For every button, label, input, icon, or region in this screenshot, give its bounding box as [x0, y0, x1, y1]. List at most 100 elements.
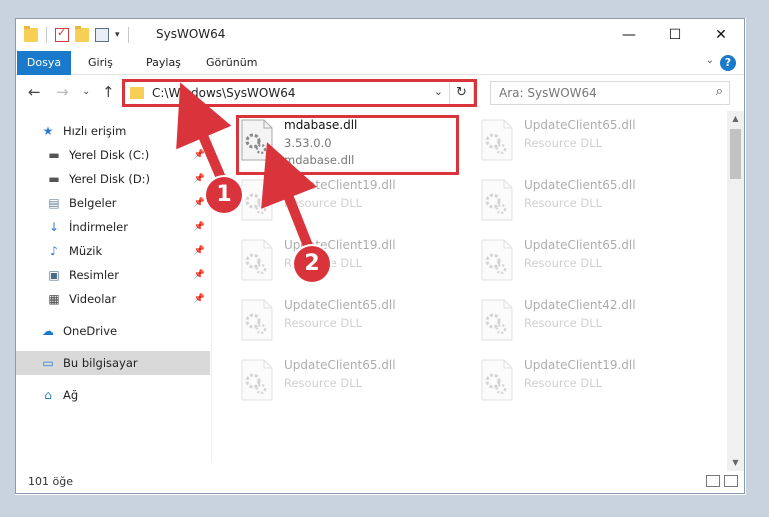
toolbar-divider [46, 27, 47, 43]
forward-button[interactable]: → [56, 83, 69, 101]
status-bar: 101 öğe [16, 471, 744, 493]
file-description: Resource DLL [284, 196, 363, 210]
pin-icon[interactable]: 📌 [194, 198, 205, 208]
desktop-backdrop-left [0, 0, 15, 517]
dll-file-icon [240, 179, 274, 221]
sidebar-item[interactable]: ↓ İndirmeler 📌 [16, 215, 210, 239]
sidebar-item-label: Resimler [69, 268, 119, 282]
help-icon[interactable]: ? [720, 55, 736, 71]
sidebar-item-label: İndirmeler [69, 220, 128, 234]
toolbar-divider [127, 27, 129, 43]
sidebar-item[interactable]: ▬ Yerel Disk (C:) 📌 [16, 143, 210, 167]
customize-icon[interactable] [95, 28, 109, 42]
search-box[interactable]: Ara: SysWOW64 ⌕ [490, 81, 730, 105]
onedrive-icon: ☁ [42, 324, 54, 338]
file-name: UpdateClient42.dll [524, 298, 636, 312]
sidebar-item[interactable]: ♪ Müzik 📌 [16, 239, 210, 263]
sidebar-item[interactable]: ★ Hızlı erişim [16, 119, 210, 143]
sidebar-item[interactable]: ⌂ Ağ [16, 383, 210, 407]
sidebar-item-label: Bu bilgisayar [63, 356, 138, 370]
scroll-down-icon[interactable]: ▼ [727, 455, 744, 471]
star-icon: ★ [42, 124, 54, 138]
file-description: Resource DLL [524, 196, 603, 210]
details-view-icon[interactable] [706, 475, 720, 487]
sidebar-item[interactable]: ▤ Belgeler 📌 [16, 191, 210, 215]
file-item[interactable]: UpdateClient65.dll Resource DLL [476, 235, 696, 291]
file-item[interactable]: UpdateClient65.dll Resource DLL [236, 355, 456, 411]
vertical-scrollbar[interactable]: ▲ ▼ [727, 111, 744, 471]
explorer-window: ▾ SysWOW64 — ☐ ✕ Dosya Giriş Paylaş Görü… [15, 18, 745, 494]
sidebar-item-label: Ağ [63, 388, 79, 402]
videos-icon: ▦ [48, 292, 60, 306]
file-item[interactable]: UpdateClient42.dll Resource DLL [476, 295, 696, 351]
pin-icon[interactable]: 📌 [194, 150, 205, 160]
back-button[interactable]: ← [28, 83, 41, 101]
file-item[interactable]: UpdateClient65.dll Resource DLL [476, 115, 696, 171]
file-item[interactable]: UpdateClient19.dllResource DLL [476, 355, 696, 411]
folder-icon [24, 26, 38, 42]
tab-home[interactable]: Giriş [76, 51, 125, 75]
tab-file[interactable]: Dosya [17, 51, 71, 75]
sidebar-item[interactable]: ▣ Resimler 📌 [16, 263, 210, 287]
qat-dropdown-icon[interactable]: ▾ [115, 30, 120, 40]
pin-icon[interactable]: 📌 [194, 294, 205, 304]
pin-icon[interactable]: 📌 [194, 222, 205, 232]
file-description: Resource DLL [284, 316, 363, 330]
tab-view[interactable]: Görünüm [194, 51, 269, 75]
quick-access-toolbar: ▾ [24, 26, 131, 43]
file-name: UpdateClient65.dll [524, 178, 636, 192]
file-item[interactable]: UpdateClient65.dll Resource DLL [476, 175, 696, 231]
recent-locations-button[interactable]: ⌄ [82, 86, 90, 97]
file-item[interactable]: UpdateClient19.dll Resource DLL [236, 175, 456, 231]
sidebar-item-label: Yerel Disk (C:) [69, 148, 150, 162]
file-description: Resource DLL [284, 376, 363, 390]
expand-ribbon-icon[interactable]: ⌄ [706, 55, 714, 66]
tab-share[interactable]: Paylaş [134, 51, 193, 75]
pin-icon[interactable]: 📌 [194, 246, 205, 256]
large-icons-view-icon[interactable] [724, 475, 738, 487]
dll-file-icon [240, 239, 274, 281]
sidebar-item-label: Müzik [69, 244, 103, 258]
sidebar-item-label: Videolar [69, 292, 117, 306]
file-description: Resource DLL [524, 316, 603, 330]
sidebar-item[interactable]: ▦ Videolar 📌 [16, 287, 210, 311]
sidebar-item[interactable]: ☁ OneDrive [16, 319, 210, 343]
desktop-backdrop-right [746, 0, 769, 517]
dll-file-icon [480, 359, 514, 401]
up-button[interactable]: ↑ [102, 83, 115, 101]
dll-file-icon [480, 179, 514, 221]
ribbon-tabs: Dosya Giriş Paylaş Görünüm ⌄ ? [16, 51, 744, 75]
desktop-backdrop-top [0, 0, 769, 18]
drive-icon: ▬ [48, 148, 60, 162]
file-highlight-box [236, 115, 459, 175]
sidebar-item[interactable]: ▭ Bu bilgisayar [16, 351, 210, 375]
view-toggle [706, 475, 738, 487]
maximize-button[interactable]: ☐ [652, 19, 698, 51]
music-icon: ♪ [50, 244, 58, 258]
network-icon: ⌂ [44, 388, 52, 402]
pictures-icon: ▣ [48, 268, 60, 282]
pin-icon[interactable]: 📌 [194, 270, 205, 280]
search-icon[interactable]: ⌕ [716, 84, 723, 99]
close-button[interactable]: ✕ [698, 19, 744, 51]
file-name: UpdateClient19.dll [284, 178, 396, 192]
dll-file-icon [240, 359, 274, 401]
file-item[interactable]: UpdateClient19.dllResource DLL [236, 235, 456, 291]
file-item[interactable]: UpdateClient65.dll Resource DLL [236, 295, 456, 351]
scroll-up-icon[interactable]: ▲ [727, 111, 744, 127]
sidebar-item-label: Belgeler [69, 196, 117, 210]
dll-file-icon [480, 239, 514, 281]
properties-check-icon[interactable] [55, 26, 69, 42]
file-name: UpdateClient65.dll [284, 298, 396, 312]
search-input[interactable]: Ara: SysWOW64 [499, 86, 597, 100]
title-bar: ▾ SysWOW64 — ☐ ✕ [16, 19, 744, 51]
navigation-pane: ★ Hızlı erişim ▬ Yerel Disk (C:) 📌 ▬ Yerel Dis… [16, 111, 210, 461]
new-folder-icon[interactable] [75, 26, 89, 42]
minimize-button[interactable]: — [606, 19, 652, 51]
file-description: Resource DLL [524, 256, 603, 270]
navigation-bar: ← → ⌄ ↑ C:\Windows\SysWOW64 ⌄ ↻ Ara: Sys… [16, 76, 744, 110]
pin-icon[interactable]: 📌 [194, 174, 205, 184]
scroll-thumb[interactable] [730, 129, 741, 179]
sidebar-item-label: OneDrive [63, 324, 118, 338]
sidebar-item[interactable]: ▬ Yerel Disk (D:) 📌 [16, 167, 210, 191]
